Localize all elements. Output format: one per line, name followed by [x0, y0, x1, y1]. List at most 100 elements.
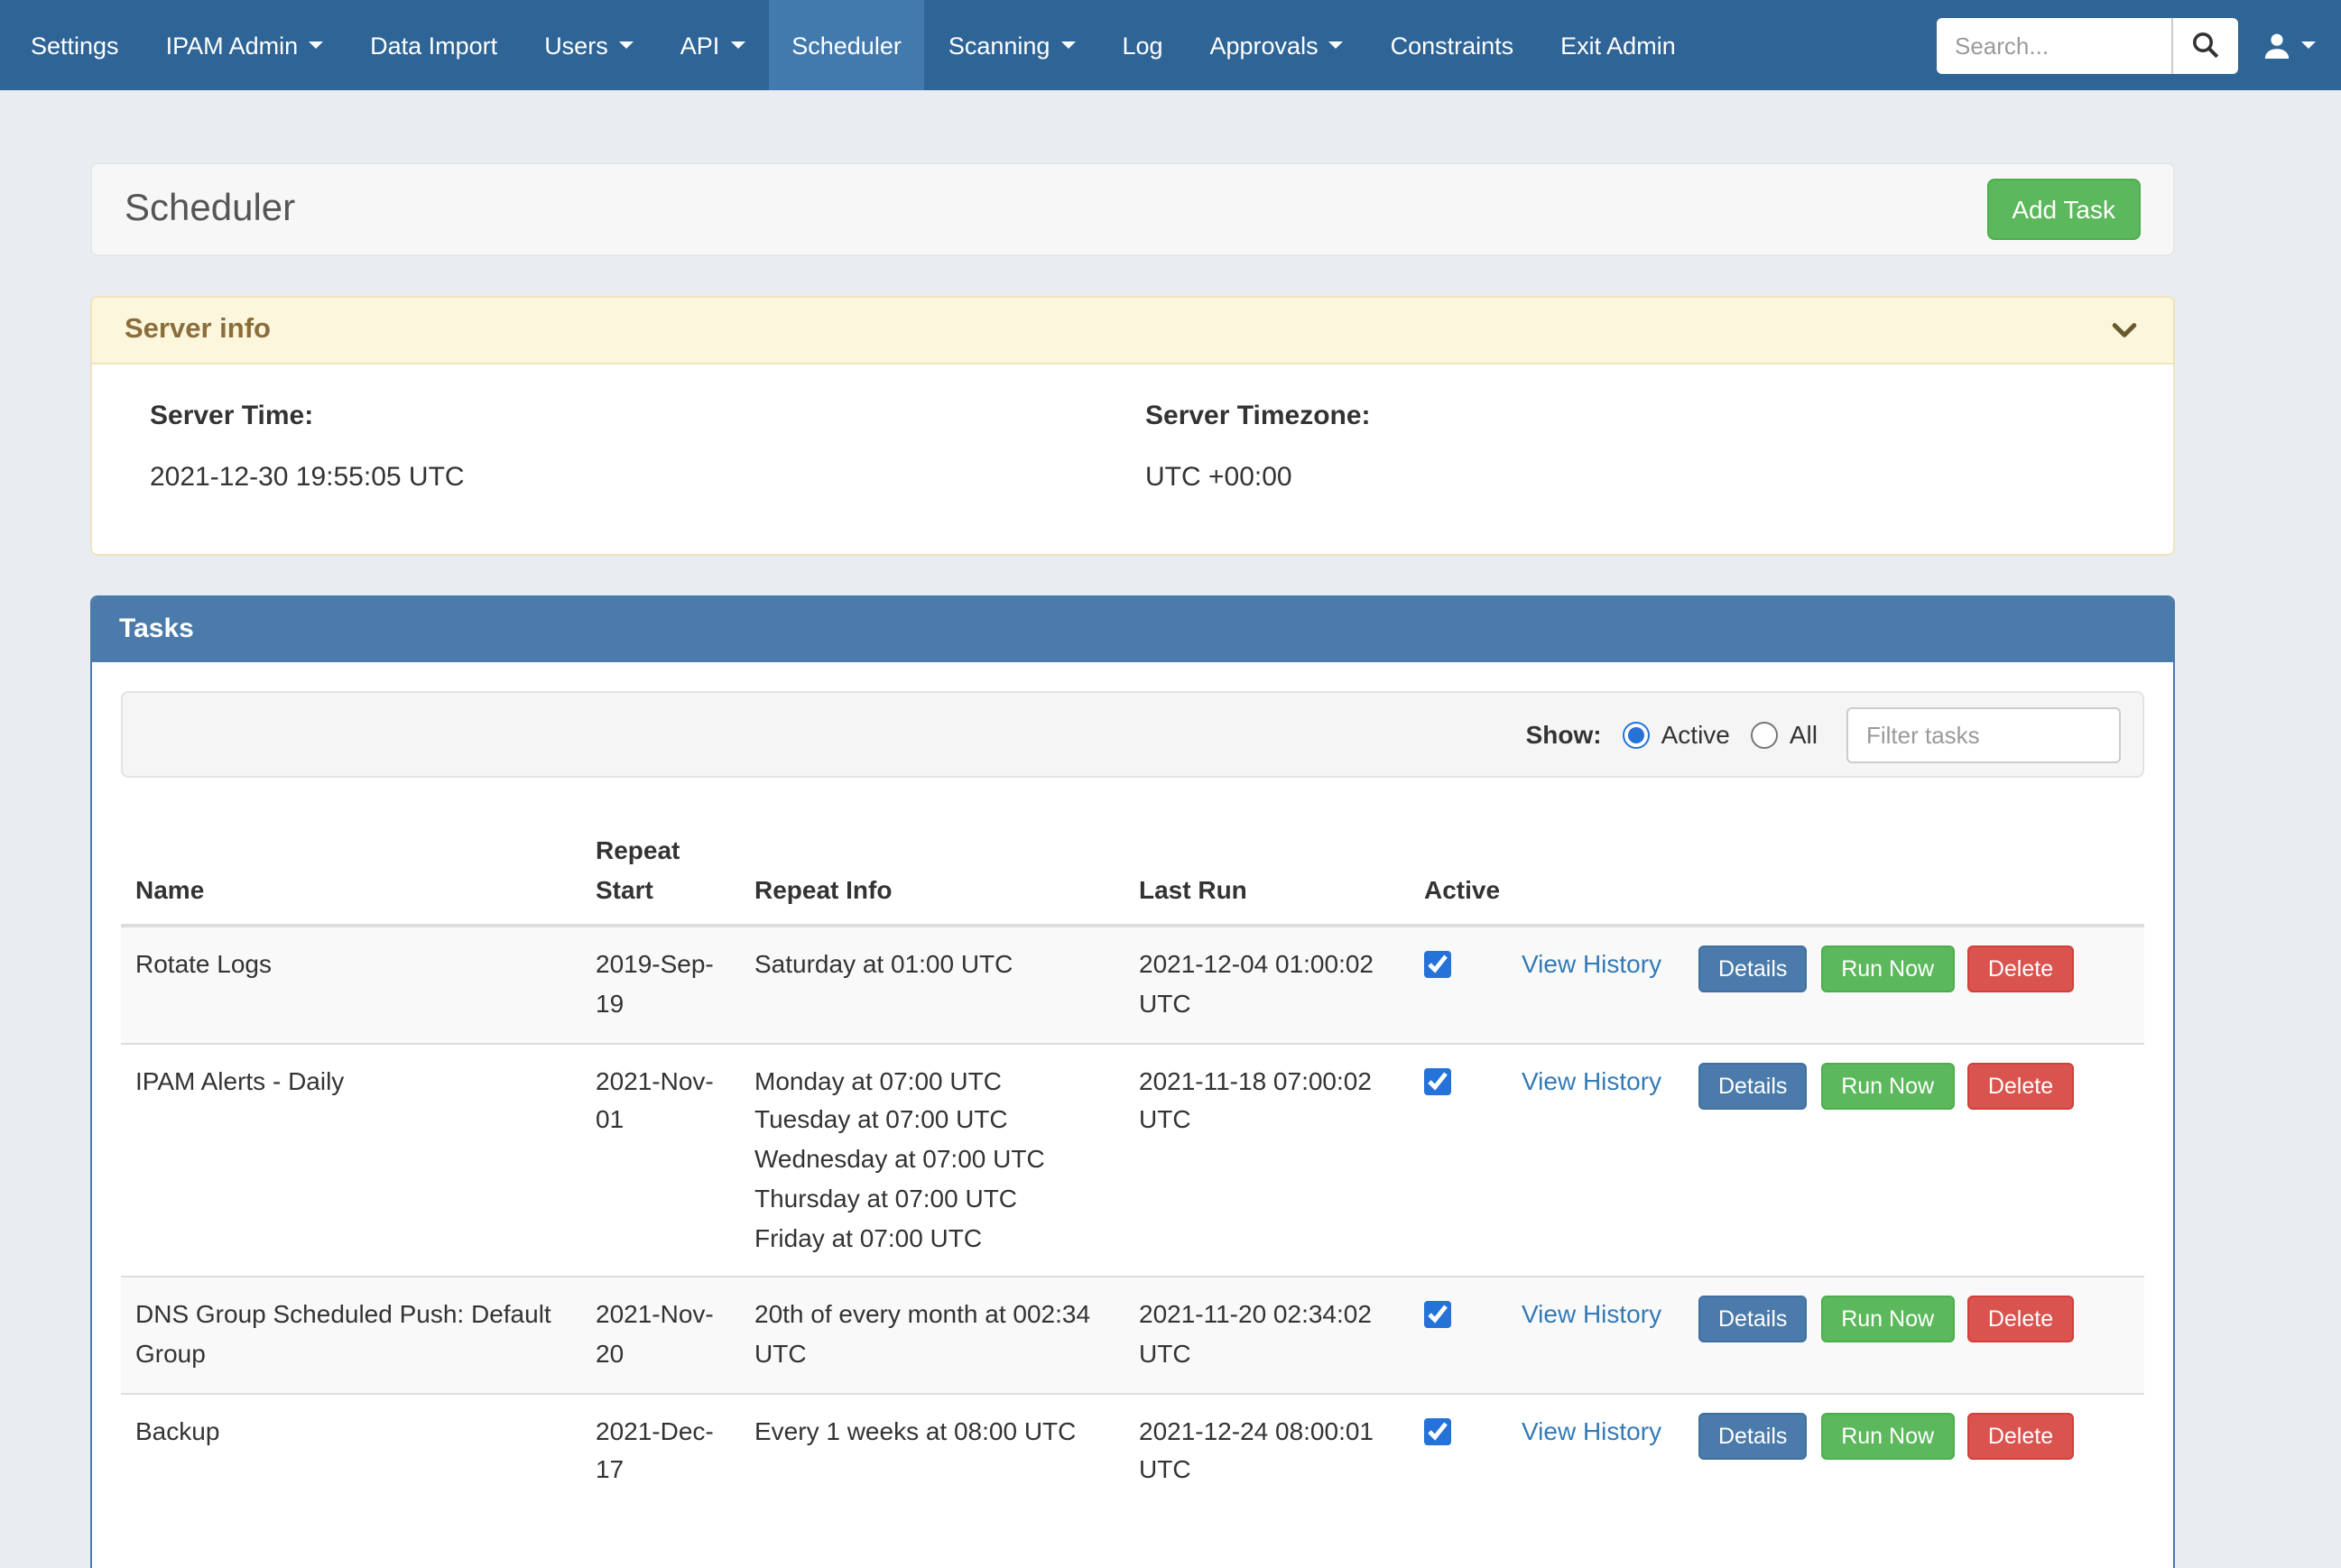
run-now-button[interactable]: Run Now — [1821, 946, 1954, 993]
show-label: Show: — [1526, 720, 1602, 749]
page-title: Scheduler — [125, 188, 295, 231]
caret-down-icon — [2301, 42, 2316, 49]
task-active-checkbox[interactable] — [1424, 952, 1451, 979]
run-now-button[interactable]: Run Now — [1821, 1412, 1954, 1459]
run-now-button[interactable]: Run Now — [1821, 1296, 1954, 1342]
nav-item-users[interactable]: Users — [521, 0, 657, 90]
add-task-button[interactable]: Add Task — [1986, 179, 2141, 240]
nav-item-label: Log — [1122, 32, 1162, 59]
server-info-title: Server info — [125, 314, 271, 346]
nav-item-label: Scanning — [948, 32, 1050, 59]
repeat-info-line: Saturday at 01:00 UTC — [754, 946, 1110, 985]
column-header-actions — [1684, 817, 2144, 927]
task-last-run-cell: 2021-12-24 08:00:01 UTC — [1124, 1393, 1410, 1508]
server-timezone-value: UTC +00:00 — [1145, 462, 2141, 493]
column-header-repeat-start: Repeat Start — [581, 817, 740, 927]
details-button[interactable]: Details — [1698, 1296, 1807, 1342]
view-history-link[interactable]: View History — [1522, 1299, 1661, 1328]
server-info-panel: Server info Server Time: 2021-12-30 19:5… — [90, 296, 2175, 556]
caret-down-icon — [1329, 42, 1344, 49]
task-last-run-cell: 2021-11-20 02:34:02 UTC — [1124, 1277, 1410, 1393]
nav-item-label: Constraints — [1391, 32, 1514, 59]
nav-item-data-import[interactable]: Data Import — [347, 0, 521, 90]
nav-item-label: Exit Admin — [1560, 32, 1676, 59]
task-active-cell — [1410, 1393, 1507, 1508]
task-repeat-info-cell: 20th of every month at 002:34 UTC — [740, 1277, 1124, 1393]
task-row: Backup 2021-Dec-17 Every 1 weeks at 08:0… — [121, 1393, 2144, 1508]
task-repeat-info-cell: Saturday at 01:00 UTC — [740, 927, 1124, 1044]
task-repeat-start-cell: 2021-Nov-01 — [581, 1044, 740, 1277]
task-repeat-start-cell: 2021-Nov-20 — [581, 1277, 740, 1393]
tasks-panel: Tasks Show: Active All — [90, 595, 2175, 1568]
run-now-button[interactable]: Run Now — [1821, 1063, 1954, 1110]
column-header-repeat-info: Repeat Info — [740, 817, 1124, 927]
delete-button[interactable]: Delete — [1968, 1296, 2073, 1342]
task-row: DNS Group Scheduled Push: Default Group … — [121, 1277, 2144, 1393]
task-active-checkbox[interactable] — [1424, 1068, 1451, 1095]
show-all-radio[interactable] — [1752, 721, 1779, 748]
search-input[interactable] — [1937, 17, 2171, 73]
column-header-active: Active — [1410, 817, 1507, 927]
task-last-run-cell: 2021-11-18 07:00:02 UTC — [1124, 1044, 1410, 1277]
task-active-checkbox[interactable] — [1424, 1417, 1451, 1444]
nav-item-label: IPAM Admin — [166, 32, 299, 59]
nav-item-ipam-admin[interactable]: IPAM Admin — [143, 0, 347, 90]
repeat-info-line: Tuesday at 07:00 UTC — [754, 1102, 1110, 1140]
nav-item-label: Scheduler — [791, 32, 902, 59]
caret-down-icon — [730, 42, 745, 49]
show-active-option[interactable]: Active — [1624, 720, 1730, 749]
task-active-cell — [1410, 1044, 1507, 1277]
nav-item-constraints[interactable]: Constraints — [1367, 0, 1538, 90]
nav-item-api[interactable]: API — [657, 0, 769, 90]
task-actions-cell: Details Run Now Delete — [1684, 927, 2144, 1044]
delete-button[interactable]: Delete — [1968, 946, 2073, 993]
task-name-cell: DNS Group Scheduled Push: Default Group — [121, 1277, 581, 1393]
tasks-table-head: Name Repeat Start Repeat Info Last Run A… — [121, 817, 2144, 927]
show-all-option[interactable]: All — [1752, 720, 1818, 749]
server-time-value: 2021-12-30 19:55:05 UTC — [150, 462, 1145, 493]
repeat-info-line: Friday at 07:00 UTC — [754, 1219, 1110, 1258]
task-repeat-start-cell: 2021-Dec-17 — [581, 1393, 740, 1508]
repeat-info-line: Monday at 07:00 UTC — [754, 1063, 1110, 1102]
server-info-header[interactable]: Server info — [92, 298, 2173, 364]
task-name-cell: Backup — [121, 1393, 581, 1508]
navbar-search-group — [1937, 17, 2238, 73]
search-button[interactable] — [2171, 17, 2238, 73]
task-row: IPAM Alerts - Daily 2021-Nov-01 Monday a… — [121, 1044, 2144, 1277]
server-info-body: Server Time: 2021-12-30 19:55:05 UTC Ser… — [92, 364, 2173, 554]
column-header-history — [1507, 817, 1684, 927]
page-content: Scheduler Add Task Server info Server Ti… — [0, 90, 2341, 1568]
nav-item-scheduler[interactable]: Scheduler — [768, 0, 925, 90]
repeat-info-line: 20th of every month at 002:34 UTC — [754, 1296, 1110, 1374]
nav-item-scanning[interactable]: Scanning — [925, 0, 1099, 90]
server-timezone-block: Server Timezone: UTC +00:00 — [1145, 401, 2141, 493]
nav-items: Settings IPAM Admin Data ImportUsers API Sch… — [7, 0, 1699, 90]
nav-item-exit-admin[interactable]: Exit Admin — [1537, 0, 1699, 90]
task-history-cell: View History — [1507, 1044, 1684, 1277]
server-timezone-label: Server Timezone: — [1145, 401, 2141, 431]
delete-button[interactable]: Delete — [1968, 1063, 2073, 1110]
details-button[interactable]: Details — [1698, 1063, 1807, 1110]
task-active-checkbox[interactable] — [1424, 1301, 1451, 1328]
nav-item-approvals[interactable]: Approvals — [1187, 0, 1367, 90]
nav-item-settings[interactable]: Settings — [7, 0, 143, 90]
tasks-panel-title: Tasks — [119, 613, 194, 644]
task-last-run-cell: 2021-12-04 01:00:02 UTC — [1124, 927, 1410, 1044]
show-all-label: All — [1790, 720, 1818, 749]
user-menu[interactable] — [2254, 30, 2323, 60]
show-active-radio[interactable] — [1624, 721, 1651, 748]
task-repeat-info-cell: Monday at 07:00 UTCTuesday at 07:00 UTCW… — [740, 1044, 1124, 1277]
server-time-label: Server Time: — [150, 401, 1145, 431]
view-history-link[interactable]: View History — [1522, 950, 1661, 979]
nav-item-label: API — [680, 32, 720, 59]
view-history-link[interactable]: View History — [1522, 1066, 1661, 1095]
view-history-link[interactable]: View History — [1522, 1416, 1661, 1444]
nav-item-log[interactable]: Log — [1098, 0, 1186, 90]
filter-tasks-input[interactable] — [1846, 706, 2121, 762]
details-button[interactable]: Details — [1698, 1412, 1807, 1459]
delete-button[interactable]: Delete — [1968, 1412, 2073, 1459]
details-button[interactable]: Details — [1698, 946, 1807, 993]
column-header-last-run: Last Run — [1124, 817, 1410, 927]
chevron-down-icon[interactable] — [2108, 314, 2141, 346]
task-actions-cell: Details Run Now Delete — [1684, 1277, 2144, 1393]
